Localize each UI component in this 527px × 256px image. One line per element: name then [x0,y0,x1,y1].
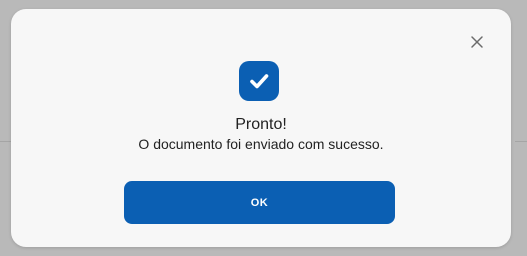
close-button[interactable] [469,34,485,50]
ok-button[interactable]: OK [124,181,395,224]
check-icon [250,74,269,89]
close-icon [471,36,483,48]
background-divider [515,141,527,142]
dialog-message: O documento foi enviado com sucesso. [138,136,384,152]
modal-backdrop: Pronto! O documento foi enviado com suce… [0,0,527,256]
dialog-title: Pronto! [235,116,287,133]
success-badge [239,61,279,101]
success-dialog: Pronto! O documento foi enviado com suce… [11,9,511,247]
